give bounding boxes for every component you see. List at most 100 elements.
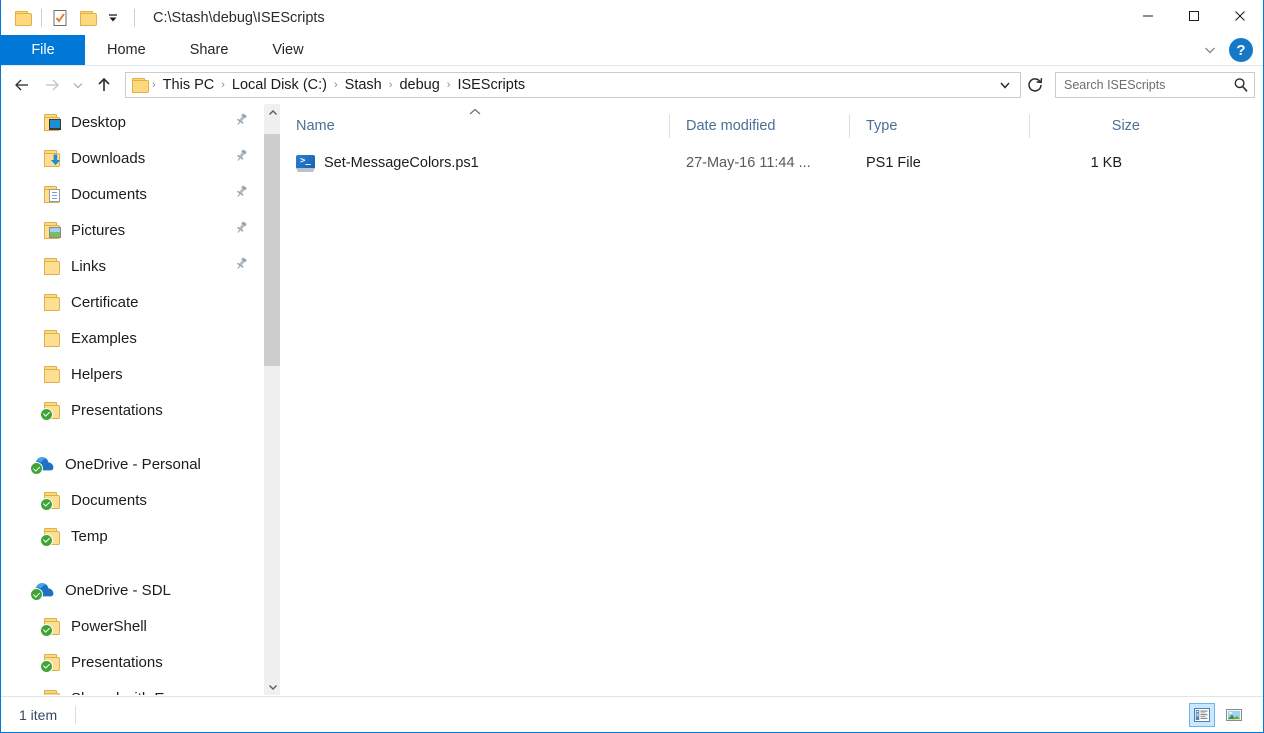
chevron-down-icon <box>1205 47 1215 54</box>
table-row[interactable]: >_ Set-MessageColors.ps1 27-May-16 11:44 .… <box>280 148 1263 178</box>
search-input[interactable]: Search ISEScripts <box>1055 72 1255 98</box>
navigation-scrollbar[interactable] <box>263 104 281 695</box>
nav-item-downloads[interactable]: Downloads <box>1 140 263 176</box>
expand-ribbon-button[interactable] <box>1195 36 1225 64</box>
chevron-down-icon <box>109 14 117 22</box>
column-label: Size <box>1111 118 1140 134</box>
nav-item-presentations[interactable]: Presentations <box>1 644 263 680</box>
column-label: Date modified <box>686 118 776 134</box>
folder-icon <box>79 10 97 26</box>
pin-icon[interactable] <box>234 184 249 204</box>
nav-item-links[interactable]: Links <box>1 248 263 284</box>
column-header-size[interactable]: Size <box>1030 104 1140 148</box>
pin-icon[interactable] <box>234 256 249 276</box>
tab-file[interactable]: File <box>1 35 85 65</box>
nav-item-helpers[interactable]: Helpers <box>1 356 263 392</box>
explorer-window: C:\Stash\debug\ISEScripts File Home Shar… <box>0 0 1264 733</box>
navigation-pane: Desktop Downloads Documents Pictures Links Ce… <box>1 104 263 695</box>
sort-ascending-icon <box>469 108 481 115</box>
nav-item-temp[interactable]: Temp <box>1 518 263 554</box>
address-bar: › This PC › Local Disk (C:) › Stash › de… <box>1 66 1263 104</box>
nav-item-powershell[interactable]: PowerShell <box>1 608 263 644</box>
nav-item-label: Helpers <box>71 365 123 383</box>
search-icon[interactable] <box>1232 76 1250 94</box>
breadcrumb-item-debug[interactable]: debug <box>393 73 445 97</box>
nav-item-onedrive-sdl[interactable]: OneDrive - SDL <box>1 572 263 608</box>
nav-item-onedrive-personal[interactable]: OneDrive - Personal <box>1 446 263 482</box>
maximize-button[interactable] <box>1171 0 1217 32</box>
nav-group-spacer <box>1 428 263 446</box>
folder-document-icon <box>43 185 61 203</box>
tab-share[interactable]: Share <box>168 35 251 65</box>
nav-item-documents[interactable]: Documents <box>1 482 263 518</box>
folder-icon <box>43 365 61 383</box>
folder-download-icon <box>43 149 61 167</box>
breadcrumb-item-isescripts[interactable]: ISEScripts <box>451 73 531 97</box>
arrow-up-icon <box>98 77 110 91</box>
up-button[interactable] <box>89 70 119 100</box>
navigation-list: Desktop Downloads Documents Pictures Links Ce… <box>1 104 263 695</box>
breadcrumb-item-stash[interactable]: Stash <box>339 73 388 97</box>
details-view-button[interactable] <box>1189 702 1215 727</box>
properties-icon[interactable] <box>46 4 74 32</box>
download-arrow-overlay-icon <box>50 153 61 171</box>
pin-icon[interactable] <box>234 220 249 240</box>
column-label: Type <box>866 118 898 134</box>
onedrive-cloud-icon <box>30 581 55 601</box>
customize-qat-button[interactable] <box>102 5 124 31</box>
pin-icon[interactable] <box>234 112 249 132</box>
nav-item-certificate[interactable]: Certificate <box>1 284 263 320</box>
nav-item-examples[interactable]: Examples <box>1 320 263 356</box>
arrow-left-icon <box>15 79 28 91</box>
column-header-name[interactable]: Name <box>280 104 670 148</box>
help-button[interactable]: ? <box>1229 38 1253 62</box>
folder-icon <box>132 77 149 93</box>
tab-home[interactable]: Home <box>85 35 168 65</box>
previous-locations-button[interactable] <box>992 73 1018 97</box>
nav-item-label: Links <box>71 257 107 275</box>
column-header-row: Name Date modified Type Size <box>280 104 1263 148</box>
qat-divider <box>41 9 42 27</box>
folder-icon <box>40 653 61 673</box>
large-icons-view-button[interactable] <box>1221 703 1247 727</box>
scrollbar-thumb[interactable] <box>264 134 281 366</box>
tab-view[interactable]: View <box>250 35 325 65</box>
folder-icon <box>43 689 61 695</box>
column-header-type[interactable]: Type <box>850 104 1030 148</box>
nav-item-documents[interactable]: Documents <box>1 176 263 212</box>
minimize-button[interactable] <box>1125 0 1171 32</box>
recent-locations-button[interactable] <box>67 70 89 100</box>
sync-check-badge <box>40 497 53 511</box>
breadcrumb-item-local-disk[interactable]: Local Disk (C:) <box>226 73 333 97</box>
nav-item-shared-with-everyone[interactable]: Shared with Everyone <box>1 680 263 695</box>
refresh-button[interactable] <box>1021 72 1049 98</box>
nav-group-spacer <box>1 554 263 572</box>
folder-icon <box>14 10 32 26</box>
window-controls <box>1125 0 1263 32</box>
nav-item-label: Pictures <box>71 221 126 239</box>
breadcrumb[interactable]: › This PC › Local Disk (C:) › Stash › de… <box>125 72 1021 98</box>
nav-item-label: Examples <box>71 329 137 347</box>
nav-item-label: Shared with Everyone <box>71 690 218 696</box>
nav-item-desktop[interactable]: Desktop <box>1 104 263 140</box>
pin-glyph <box>237 113 247 125</box>
close-button[interactable] <box>1217 0 1263 32</box>
chevron-down-icon <box>1000 82 1010 89</box>
breadcrumb-item-this-pc[interactable]: This PC <box>157 73 221 97</box>
scroll-up-button[interactable] <box>264 104 281 121</box>
nav-item-label: Downloads <box>71 149 146 167</box>
scroll-down-button[interactable] <box>264 678 281 695</box>
new-folder-icon[interactable] <box>74 4 102 32</box>
minimize-icon <box>1143 15 1153 17</box>
nav-item-presentations[interactable]: Presentations <box>1 392 263 428</box>
nav-item-label: OneDrive - SDL <box>65 581 171 599</box>
sync-check-badge <box>40 533 53 547</box>
column-header-date-modified[interactable]: Date modified <box>670 104 850 148</box>
document-overlay-icon <box>49 188 60 202</box>
nav-item-pictures[interactable]: Pictures <box>1 212 263 248</box>
forward-button[interactable] <box>37 70 67 100</box>
file-type-cell: PS1 File <box>866 155 921 171</box>
back-button[interactable] <box>7 70 37 100</box>
pin-icon[interactable] <box>234 148 249 168</box>
file-name-cell[interactable]: >_ Set-MessageColors.ps1 <box>280 154 670 172</box>
